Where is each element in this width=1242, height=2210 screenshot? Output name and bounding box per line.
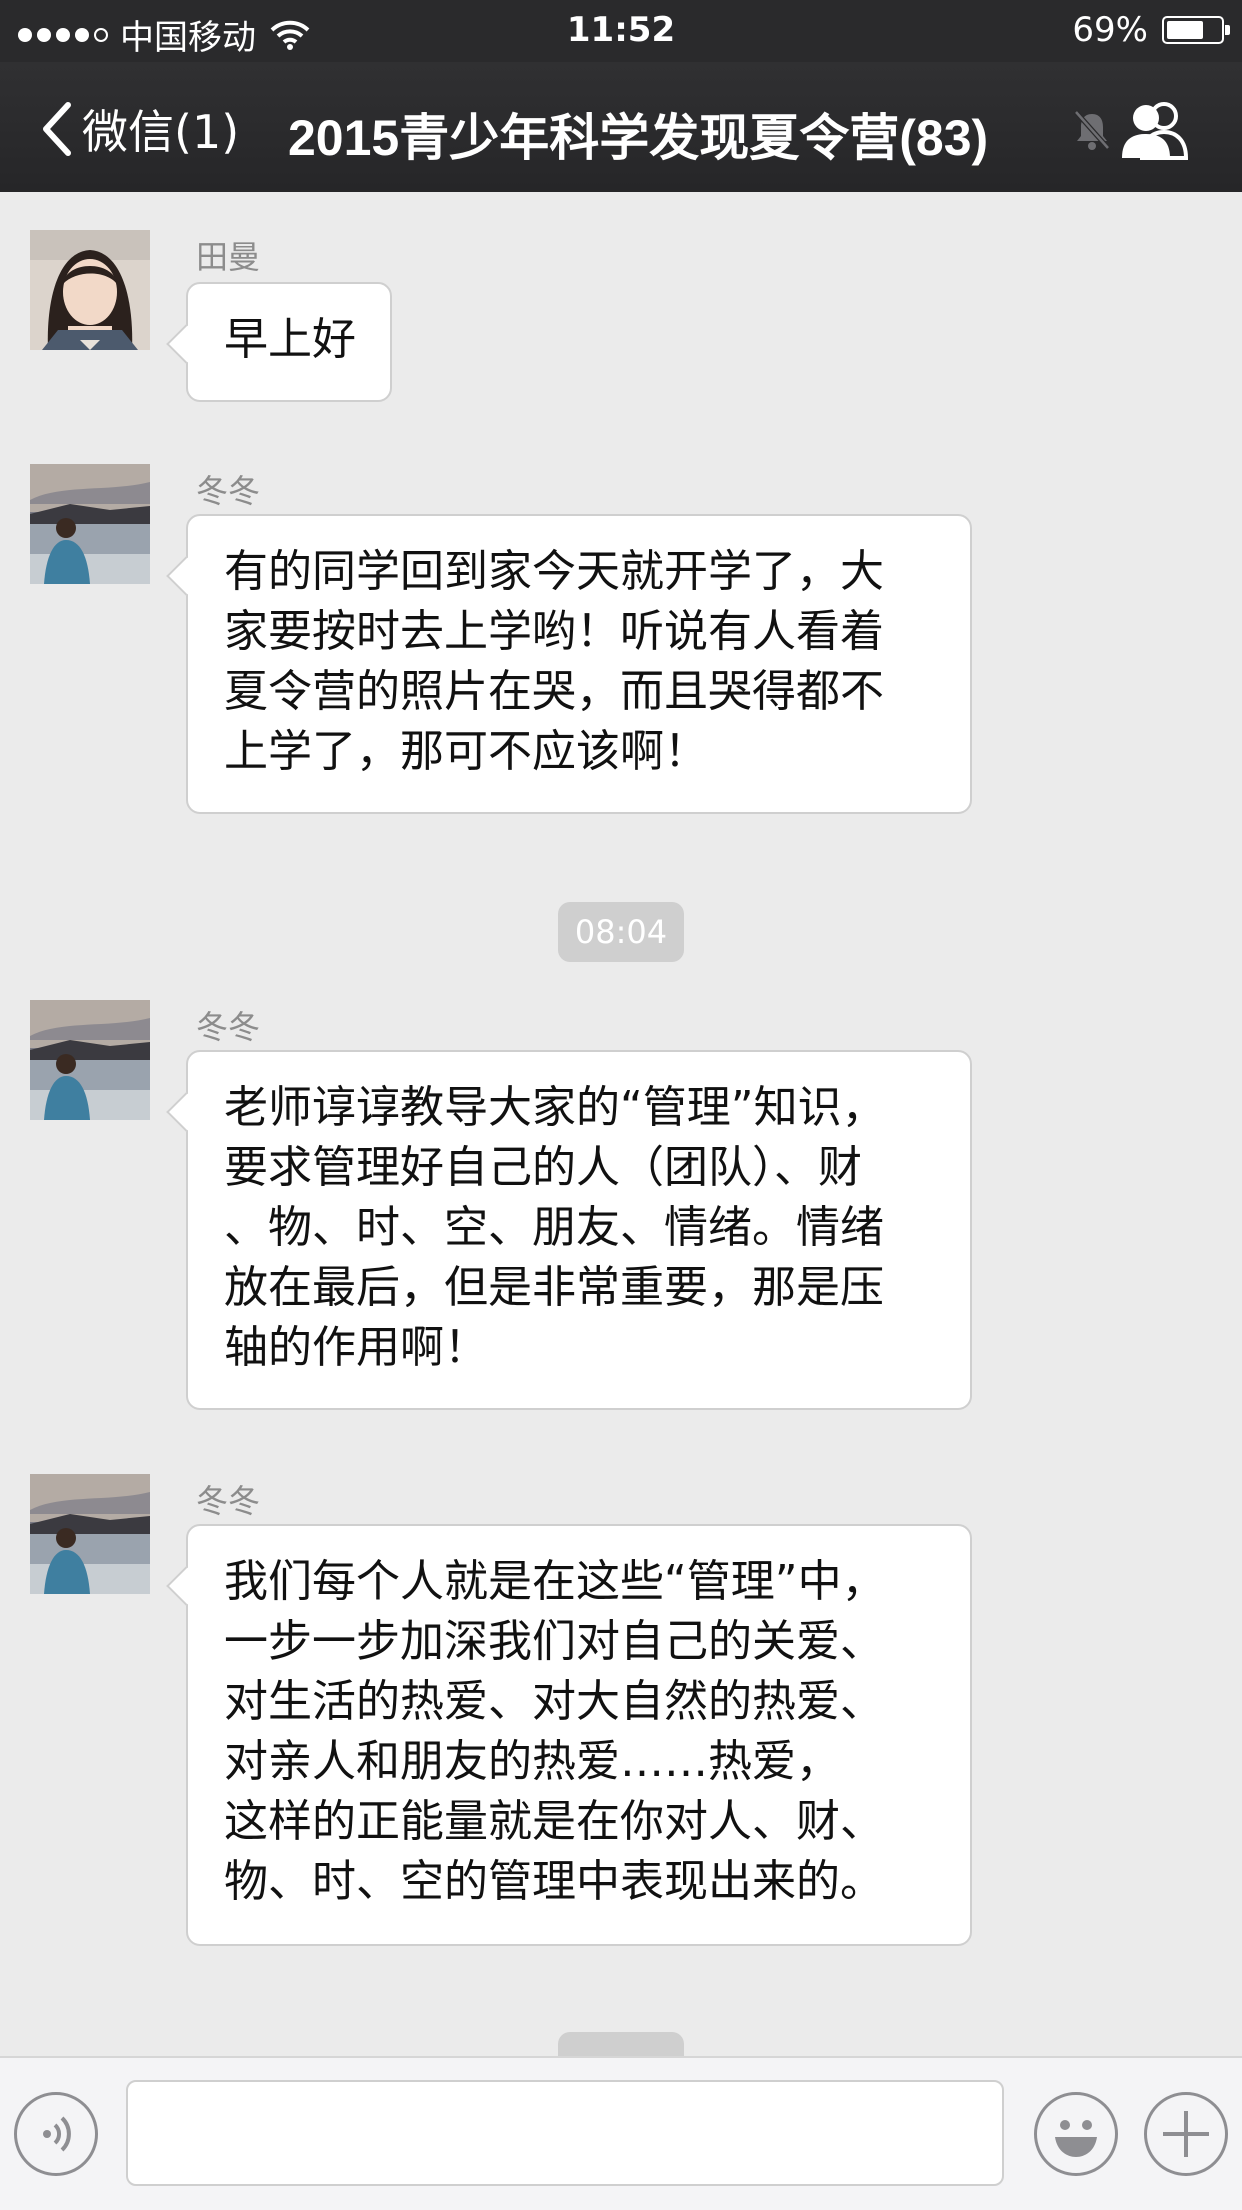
nav-bar: 微信(1) 2015青少年科学发现夏令营(83): [0, 62, 1242, 192]
battery-percent: 69%: [1072, 10, 1148, 50]
message-bubble[interactable]: 有的同学回到家今天就开学了，大 家要按时去上学哟！听说有人看着 夏令营的照片在哭…: [186, 514, 972, 814]
sender-name: 冬冬: [196, 1482, 261, 1520]
status-time: 11:52: [566, 10, 676, 50]
voice-icon: [43, 2116, 71, 2152]
chevron-left-icon: [43, 102, 71, 156]
voice-button[interactable]: [14, 2092, 98, 2176]
plus-icon: [1163, 2111, 1209, 2157]
timestamp-partial: [558, 2032, 684, 2056]
message-bubble[interactable]: 老师谆谆教导大家的“管理”知识， 要求管理好自己的人（团队）、财 、物、时、空、…: [186, 1050, 972, 1410]
emoji-icon: [1055, 2120, 1097, 2157]
plus-button[interactable]: [1144, 2092, 1228, 2176]
back-button[interactable]: 微信(1): [40, 96, 239, 162]
battery-fill: [1167, 21, 1203, 39]
avatar[interactable]: [30, 464, 150, 584]
sender-name: 冬冬: [196, 472, 261, 510]
input-bar: [0, 2056, 1242, 2210]
sender-name: 冬冬: [196, 1008, 261, 1046]
emoji-button[interactable]: [1034, 2092, 1118, 2176]
battery-icon: [1162, 16, 1230, 44]
avatar[interactable]: [30, 1474, 150, 1594]
message-bubble[interactable]: 我们每个人就是在这些“管理”中， 一步一步加深我们对自己的关爱、 对生活的热爱、…: [186, 1524, 972, 1946]
sender-name: 田曼: [196, 238, 261, 276]
group-members-icon[interactable]: [1120, 98, 1190, 162]
chat-area[interactable]: 田曼 早上好 冬冬 有的同学回到家今天就开学了，大 家要按时去上学哟！听说有人看…: [0, 192, 1242, 2056]
avatar[interactable]: [30, 230, 150, 350]
status-bar: 中国移动 11:52 69%: [0, 0, 1242, 62]
chat-title: 2015青少年科学发现夏令营(83): [288, 110, 989, 166]
message-input[interactable]: [126, 2080, 1004, 2186]
timestamp: 08:04: [558, 902, 684, 962]
message-bubble[interactable]: 早上好: [186, 282, 392, 402]
avatar[interactable]: [30, 1000, 150, 1120]
status-right: 69%: [1072, 10, 1230, 50]
back-label: 微信(1): [82, 105, 240, 159]
mute-bell-icon: [1074, 110, 1110, 150]
